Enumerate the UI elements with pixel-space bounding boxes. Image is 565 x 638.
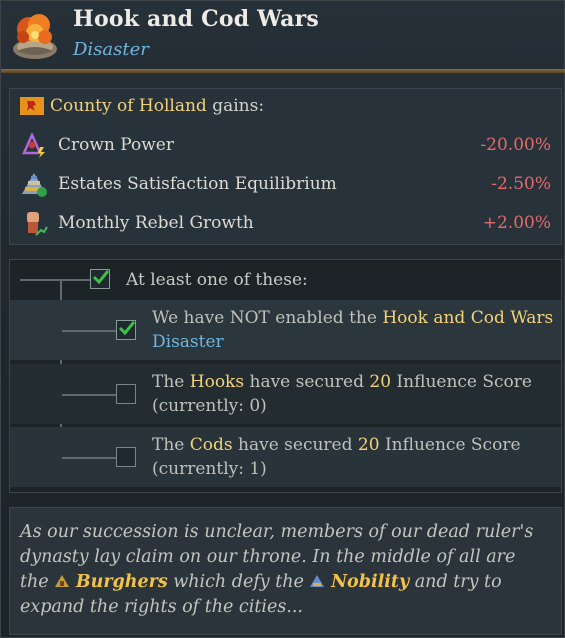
flavor-text: As our succession is unclear, members of… <box>20 520 540 620</box>
effects-heading: County of Holland gains: <box>20 96 264 116</box>
flavor-text-panel: As our succession is unclear, members of… <box>9 507 562 635</box>
rebel-fist-icon <box>27 212 48 236</box>
explosion-icon <box>13 14 57 59</box>
effect-label: Monthly Rebel Growth <box>58 213 254 233</box>
trigger-text-part: The <box>152 435 190 455</box>
header-divider <box>1 69 565 73</box>
effect-value: -20.00% <box>480 135 551 155</box>
trigger-text-part: have secured <box>244 372 370 392</box>
condition-checkbox <box>116 320 136 340</box>
nobility-link[interactable]: Nobility <box>331 572 409 592</box>
trigger-panel: At least one of these: We have NOT enabl… <box>9 259 562 493</box>
tree-connector <box>20 279 90 281</box>
trigger-text: The Hooks have secured 20 Influence Scor… <box>152 370 532 418</box>
trigger-item: The Cods have secured 20 Influence Score… <box>10 427 561 487</box>
burghers-estate-icon <box>55 575 70 587</box>
trigger-text-part: The <box>152 372 190 392</box>
disaster-title: Hook and Cod Wars <box>73 6 319 32</box>
trigger-number: 20 <box>369 372 392 392</box>
burghers-link[interactable]: Burghers <box>76 572 168 592</box>
estates-pyramid-icon <box>22 173 47 197</box>
trigger-item: The Hooks have secured 20 Influence Scor… <box>10 364 561 424</box>
disaster-link[interactable]: Hook and Cod Wars <box>382 308 553 328</box>
trigger-text-part: Influence Score <box>379 435 521 455</box>
flavor-text-part: which defy the <box>167 572 310 592</box>
trigger-root-label: At least one of these: <box>126 270 308 290</box>
effect-label: Estates Satisfaction Equilibrium <box>58 174 337 194</box>
trigger-item: We have NOT enabled the Hook and Cod War… <box>10 300 561 360</box>
tree-connector <box>62 394 118 396</box>
tooltip-header: Hook and Cod Wars Disaster <box>1 1 565 73</box>
trigger-text-part: Influence Score <box>391 372 532 392</box>
effect-value: +2.00% <box>482 213 551 233</box>
trigger-number: 20 <box>357 435 380 455</box>
effects-panel: County of Holland gains: Crown Power -20… <box>9 88 562 245</box>
disaster-type-link: Disaster <box>152 332 224 352</box>
crown-power-icon <box>22 131 45 158</box>
condition-checkbox <box>116 447 136 467</box>
tree-connector <box>62 457 118 459</box>
effect-label: Crown Power <box>58 135 174 155</box>
holland-flag-icon <box>20 97 44 115</box>
effect-row: Estates Satisfaction Equilibrium -2.50% <box>10 165 561 203</box>
condition-checkbox <box>116 384 136 404</box>
tooltip-window: Hook and Cod Wars Disaster County of Hol… <box>0 0 565 638</box>
trigger-current-value: (currently: 1) <box>152 459 267 479</box>
condition-checkbox <box>90 269 110 289</box>
gains-label: gains: <box>206 96 265 116</box>
tree-connector <box>62 330 118 332</box>
trigger-text: We have NOT enabled the Hook and Cod War… <box>152 306 553 354</box>
trigger-text-part: We have NOT enabled the <box>152 308 383 328</box>
country-name[interactable]: County of Holland <box>50 96 207 116</box>
effect-value: -2.50% <box>491 174 551 194</box>
disaster-type: Disaster <box>73 39 149 60</box>
trigger-text-part: have secured <box>232 435 358 455</box>
effect-row: Crown Power -20.00% <box>10 126 561 164</box>
faction-name[interactable]: Cods <box>190 435 233 455</box>
effect-row: Monthly Rebel Growth +2.00% <box>10 204 561 242</box>
trigger-current-value: (currently: 0) <box>152 396 267 416</box>
trigger-text: The Cods have secured 20 Influence Score… <box>152 433 521 481</box>
nobility-estate-icon <box>310 575 325 587</box>
faction-name[interactable]: Hooks <box>190 372 244 392</box>
